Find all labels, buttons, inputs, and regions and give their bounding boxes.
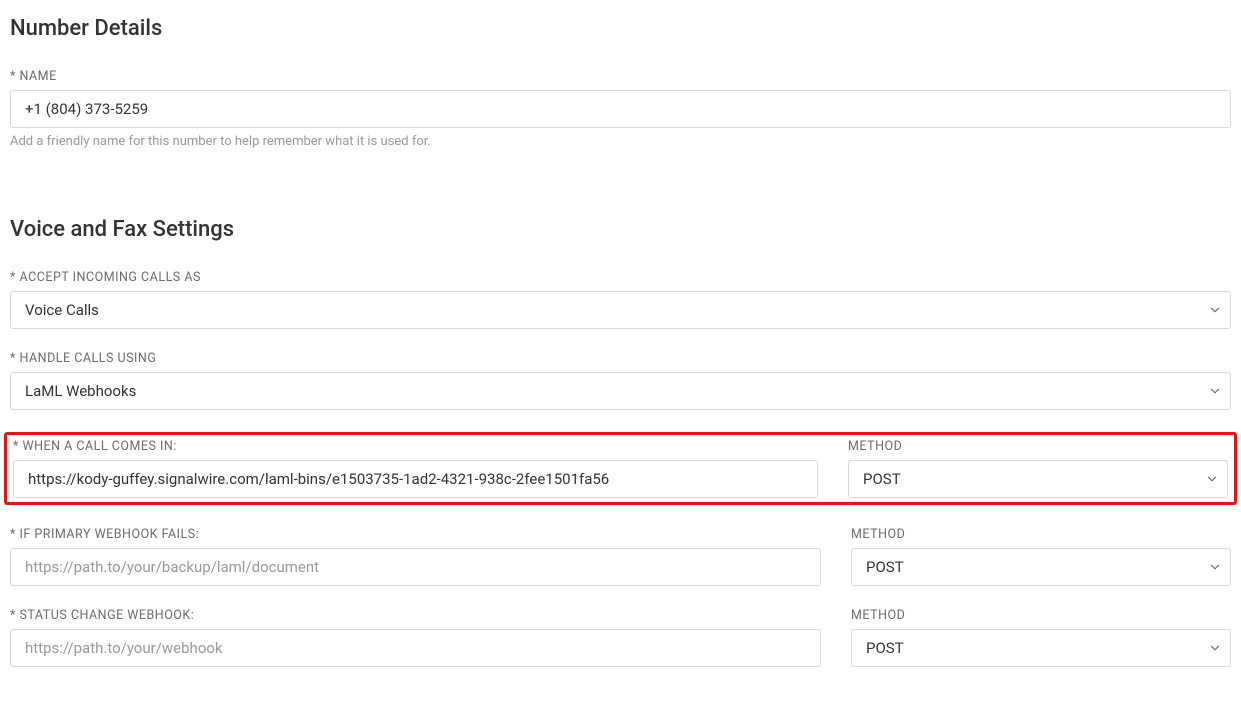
when-call-input[interactable]	[13, 460, 818, 498]
accept-incoming-group: ACCEPT INCOMING CALLS AS Voice Calls	[10, 270, 1231, 329]
handle-calls-select[interactable]: LaML Webhooks	[10, 372, 1231, 410]
name-label: NAME	[10, 69, 1231, 84]
handle-calls-label: HANDLE CALLS USING	[10, 351, 1231, 366]
primary-fails-label: IF PRIMARY WEBHOOK FAILS:	[10, 527, 821, 542]
when-call-method-select[interactable]: POST	[848, 460, 1228, 498]
name-help-text: Add a friendly name for this number to h…	[10, 134, 1231, 149]
primary-fails-method-select[interactable]: POST	[851, 548, 1231, 586]
status-change-input[interactable]	[10, 629, 821, 667]
accept-incoming-select[interactable]: Voice Calls	[10, 291, 1231, 329]
status-change-group: STATUS CHANGE WEBHOOK: METHOD POST	[10, 608, 1231, 667]
status-change-method-select[interactable]: POST	[851, 629, 1231, 667]
when-call-method-label: METHOD	[848, 439, 1228, 454]
when-call-label: WHEN A CALL COMES IN:	[13, 439, 818, 454]
handle-calls-group: HANDLE CALLS USING LaML Webhooks	[10, 351, 1231, 410]
accept-incoming-label: ACCEPT INCOMING CALLS AS	[10, 270, 1231, 285]
status-change-label: STATUS CHANGE WEBHOOK:	[10, 608, 821, 623]
name-field-group: NAME Add a friendly name for this number…	[10, 69, 1231, 149]
voice-fax-heading: Voice and Fax Settings	[10, 217, 1231, 242]
name-input[interactable]	[10, 90, 1231, 128]
primary-fails-input[interactable]	[10, 548, 821, 586]
primary-fails-group: IF PRIMARY WEBHOOK FAILS: METHOD POST	[10, 527, 1231, 586]
primary-fails-method-label: METHOD	[851, 527, 1231, 542]
status-change-method-label: METHOD	[851, 608, 1231, 623]
number-details-heading: Number Details	[10, 16, 1231, 41]
when-call-highlight: WHEN A CALL COMES IN: METHOD POST	[4, 432, 1237, 505]
